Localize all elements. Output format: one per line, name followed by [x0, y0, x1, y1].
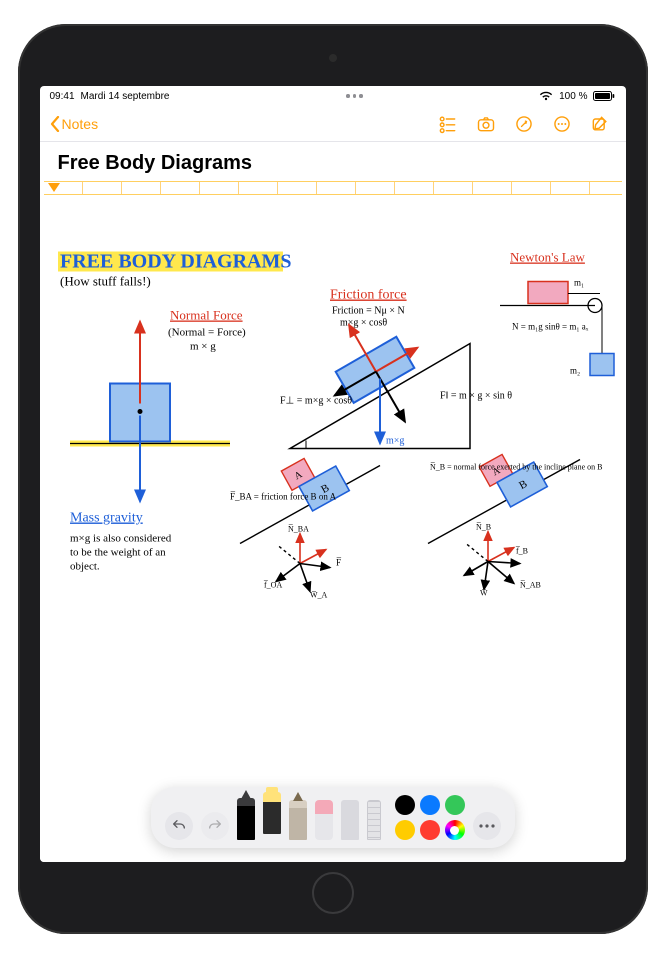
normal-force-eq1: (Normal = Force)	[168, 327, 246, 339]
markup-button[interactable]	[508, 110, 540, 138]
drawing-canvas[interactable]: FREE BODY DIAGRAMS (How stuff falls!) No…	[40, 195, 626, 862]
nba: N̅_BA	[287, 524, 308, 533]
friction-eq2: m×g × cosθ	[340, 318, 387, 329]
incline-down: m×g	[386, 436, 404, 447]
nbb: N̅_B	[475, 522, 490, 531]
incline-left: F⊥ = m×g × cosθ	[280, 396, 352, 407]
tool-eraser[interactable]	[315, 800, 333, 840]
screen: 09:41 Mardi 14 septembre 100 % Notes	[40, 86, 626, 862]
swatch-green[interactable]	[445, 795, 465, 815]
battery-icon	[593, 91, 615, 101]
f-arrow: F̅	[335, 558, 341, 568]
drawing-heading: FREE BODY DIAGRAMS	[60, 251, 292, 273]
attachment-scrubber[interactable]	[44, 181, 622, 195]
tool-pen[interactable]	[237, 798, 255, 840]
compose-button[interactable]	[584, 110, 616, 138]
foa: f̅_OA	[262, 580, 282, 590]
newton-m2: m₂	[570, 366, 580, 376]
swatch-red[interactable]	[420, 820, 440, 840]
redo-button[interactable]	[201, 812, 229, 840]
drawing-subheading: (How stuff falls!)	[60, 274, 151, 289]
mg-text-1: m×g is also considered	[70, 533, 172, 545]
tool-ruler[interactable]	[367, 800, 381, 840]
wifi-icon	[539, 91, 553, 101]
fba-label: F̅_BA = friction force B on A	[229, 492, 336, 502]
fb: f̅_B	[514, 546, 527, 556]
handwritten-diagram: FREE BODY DIAGRAMS (How stuff falls!) No…	[40, 195, 626, 862]
status-bar: 09:41 Mardi 14 septembre 100 %	[40, 86, 626, 106]
nab: N̅_AB	[519, 580, 540, 589]
swatch-blue[interactable]	[420, 795, 440, 815]
tool-marker[interactable]	[263, 792, 281, 834]
checklist-button[interactable]	[432, 110, 464, 138]
nb-label: N̅_B = normal force exerted by the incli…	[429, 462, 602, 471]
mass-gravity-label: Mass gravity	[70, 511, 143, 526]
multitask-indicator[interactable]	[340, 94, 368, 98]
friction-label: Friction force	[330, 288, 407, 303]
swatch-yellow[interactable]	[395, 820, 415, 840]
incline-right: F‖ = m × g × sin θ	[440, 391, 512, 402]
more-button[interactable]	[546, 110, 578, 138]
swatch-black[interactable]	[395, 795, 415, 815]
camera-button[interactable]	[470, 110, 502, 138]
battery-percent: 100 %	[559, 91, 587, 102]
w: W̅	[480, 588, 488, 597]
normal-force-eq2: m × g	[190, 341, 216, 353]
palette-wrap	[40, 787, 626, 848]
friction-eq1: Friction = Nμ × N	[332, 306, 405, 317]
color-swatches	[395, 795, 465, 840]
tool-pencil[interactable]	[289, 800, 307, 840]
notes-toolbar: Notes	[40, 106, 626, 142]
status-time: 09:41	[50, 91, 75, 102]
newton-eq: N = m₁g sinθ = m₁ aₓ	[512, 322, 589, 332]
home-button[interactable]	[312, 872, 354, 914]
back-label: Notes	[62, 116, 99, 132]
markup-palette	[151, 787, 515, 848]
note-title: Free Body Diagrams	[40, 142, 626, 181]
tool-lasso[interactable]	[341, 800, 359, 840]
mg-text-3: object.	[70, 561, 100, 573]
mg-text-2: to be the weight of an	[70, 547, 166, 559]
newton-label: Newton's Law	[510, 250, 586, 265]
undo-button[interactable]	[165, 812, 193, 840]
swatch-color-picker[interactable]	[445, 820, 465, 840]
ipad-device-frame: 09:41 Mardi 14 septembre 100 % Notes	[18, 24, 648, 934]
status-date: Mardi 14 septembre	[81, 91, 170, 102]
normal-force-label: Normal Force	[170, 308, 243, 323]
wa: W̅_A	[310, 590, 328, 599]
newton-m1: m₁	[574, 278, 584, 288]
palette-more-button[interactable]	[473, 812, 501, 840]
back-button[interactable]: Notes	[50, 116, 99, 132]
